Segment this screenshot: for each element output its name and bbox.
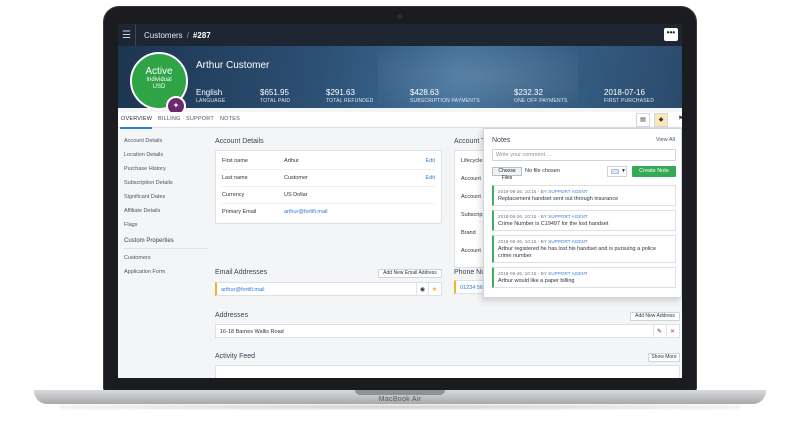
flag-icon[interactable]: ⚑ [678, 115, 682, 122]
phone-value[interactable]: 01234 56 [460, 285, 483, 291]
activity-feed-title: Activity Feed [215, 353, 256, 360]
status-currency: USD [152, 84, 166, 90]
sidebar-item-subscription-details[interactable]: Subscription Details [124, 180, 173, 186]
tab-billing[interactable]: BILLING [158, 116, 181, 122]
view-all-notes-link[interactable]: View All [656, 137, 675, 143]
note-text: Arthur would like a paper billing [498, 278, 575, 284]
note-item: 2018-06-26, 10:15 - BY SUPPORT AGENT Cri… [492, 210, 676, 231]
stat-one-off-payments: $232.32 ONE OFF PAYMENTS [514, 88, 568, 104]
stat-total-refunded: $291.63 TOTAL REFUNDED [326, 88, 374, 104]
stat-subscription-payments: $428.63 SUBSCRIPTION PAYMENTS [410, 88, 480, 104]
note-date: 2018-06-26, 10:15 - BY [498, 189, 549, 194]
stat-language: English LANGUAGE [196, 88, 226, 104]
card-view-icon[interactable]: ▤ [636, 113, 650, 127]
tab-notes[interactable]: NOTES [220, 116, 240, 122]
active-tab-indicator [120, 127, 152, 129]
address-value: 16-18 Barnes Wallis Road [220, 329, 284, 335]
note-date: 2018-06-26, 10:15 - BY [498, 271, 549, 276]
laptop-notch [355, 390, 445, 395]
show-more-button[interactable]: Show More [648, 353, 680, 362]
more-options-button[interactable]: ••• [664, 28, 678, 41]
note-author[interactable]: SUPPORT AGENT [548, 214, 587, 219]
note-author[interactable]: SUPPORT AGENT [548, 189, 587, 194]
note-comment-input[interactable] [492, 149, 676, 161]
note-text: Replacement handset sent out through ins… [498, 196, 619, 202]
primary-email-label: Primary Email [222, 209, 257, 215]
pencil-icon[interactable]: ✎ [655, 328, 664, 336]
addresses-title: Addresses [215, 312, 249, 319]
chevron-down-icon: ▼ [621, 168, 626, 174]
note-date: 2018-06-26, 10:15 - BY [498, 214, 549, 219]
tag-icon[interactable]: ◆ [654, 113, 668, 127]
status-type: Individual [146, 77, 172, 83]
eye-icon[interactable]: ◉ [418, 286, 427, 294]
first-name-label: First name [222, 158, 248, 164]
sidebar-item-flags[interactable]: Flags [124, 222, 137, 228]
menu-icon[interactable]: ☰ [118, 24, 136, 46]
account-types-title: Account T [454, 138, 486, 145]
notes-panel: Notes View All Choose Files No file chos… [483, 128, 682, 298]
camera [397, 14, 402, 19]
add-email-button[interactable]: Add New Email Address [378, 269, 442, 278]
laptop-shadow [60, 404, 740, 410]
tab-overview[interactable]: OVERVIEW [121, 116, 152, 122]
last-name-label: Last name [222, 175, 248, 181]
file-status: No file chosen [525, 168, 560, 174]
star-icon[interactable]: ★ [430, 286, 439, 294]
first-name-value: Arthur [284, 158, 299, 164]
note-item: 2018-06-26, 10:15 - BY SUPPORT AGENT Rep… [492, 185, 676, 206]
email-addresses-title: Email Addresses [215, 269, 268, 276]
breadcrumb-customer-id: #287 [192, 30, 211, 40]
color-swatch [611, 169, 619, 174]
note-text: Arthur registered he has lost his handse… [498, 246, 657, 259]
customer-name: Arthur Customer [196, 60, 270, 71]
primary-email-value[interactable]: arthur@fortifi.mail [284, 209, 327, 215]
sidebar-item-account-details[interactable]: Account Details [124, 138, 162, 144]
sidebar: Account Details Location Details Purchas… [118, 130, 210, 378]
stat-total-paid: $651.95 TOTAL PAID [260, 88, 291, 104]
note-text: Crime Number is C19497 for the lost hand… [498, 221, 609, 227]
note-item: 2018-06-26, 10:15 - BY SUPPORT AGENT Art… [492, 267, 676, 288]
tab-support[interactable]: SUPPORT [186, 116, 214, 122]
note-item: 2018-06-26, 10:15 - BY SUPPORT AGENT Art… [492, 235, 676, 263]
currency-value: US Dollar [284, 192, 308, 198]
add-address-button[interactable]: Add New Address [630, 312, 680, 321]
breadcrumb-separator: / [186, 30, 189, 40]
edit-first-name-link[interactable]: Edit [426, 158, 435, 164]
screen: ☰ Customers / #287 ••• Active Individual… [118, 24, 682, 378]
sidebar-item-affiliate-details[interactable]: Affiliate Details [124, 208, 160, 214]
tab-bar: OVERVIEW BILLING SUPPORT NOTES [118, 112, 682, 128]
email-value[interactable]: arthur@fortifi.mail [221, 287, 264, 293]
note-color-picker[interactable]: ▼ [607, 166, 627, 177]
note-author[interactable]: SUPPORT AGENT [548, 239, 587, 244]
sidebar-heading-custom-properties: Custom Properties [124, 238, 174, 244]
activity-feed-card [215, 365, 680, 378]
breadcrumb-customers[interactable]: Customers [144, 31, 183, 40]
sidebar-item-significant-dates[interactable]: Significant Dates [124, 194, 165, 200]
last-name-value: Customer [284, 175, 308, 181]
sidebar-item-customers[interactable]: Customers [124, 255, 151, 261]
account-details-title: Account Details [215, 138, 264, 145]
sidebar-item-purchase-history[interactable]: Purchase History [124, 166, 166, 172]
status-label: Active [145, 66, 173, 77]
note-author[interactable]: SUPPORT AGENT [548, 271, 587, 276]
email-entry: arthur@fortifi.mail ◉ ★ [215, 282, 442, 296]
laptop-label: MacBook Air [378, 396, 422, 403]
sidebar-item-application-form[interactable]: Application Form [124, 269, 165, 275]
notes-title: Notes [492, 137, 511, 144]
top-bar: ☰ Customers / #287 ••• [118, 24, 682, 46]
sidebar-item-location-details[interactable]: Location Details [124, 152, 163, 158]
close-icon[interactable]: ✕ [668, 328, 677, 336]
phone-entry: 01234 56 [454, 280, 484, 294]
choose-files-button[interactable]: Choose Files [492, 167, 522, 181]
currency-label: Currency [222, 192, 245, 198]
stat-first-purchased: 2018-07-16 FIRST PURCHASED [604, 88, 655, 104]
address-entry: 16-18 Barnes Wallis Road ✎ ✕ [215, 324, 680, 338]
edit-last-name-link[interactable]: Edit [426, 175, 435, 181]
phone-numbers-title: Phone Nu [454, 269, 486, 276]
account-details-card: First name Arthur Edit Last name Custome… [215, 150, 442, 224]
create-note-button[interactable]: Create Note [632, 166, 676, 177]
note-date: 2018-06-26, 10:15 - BY [498, 239, 549, 244]
customer-hero: Active Individual USD ✦ Arthur Customer … [118, 46, 682, 116]
